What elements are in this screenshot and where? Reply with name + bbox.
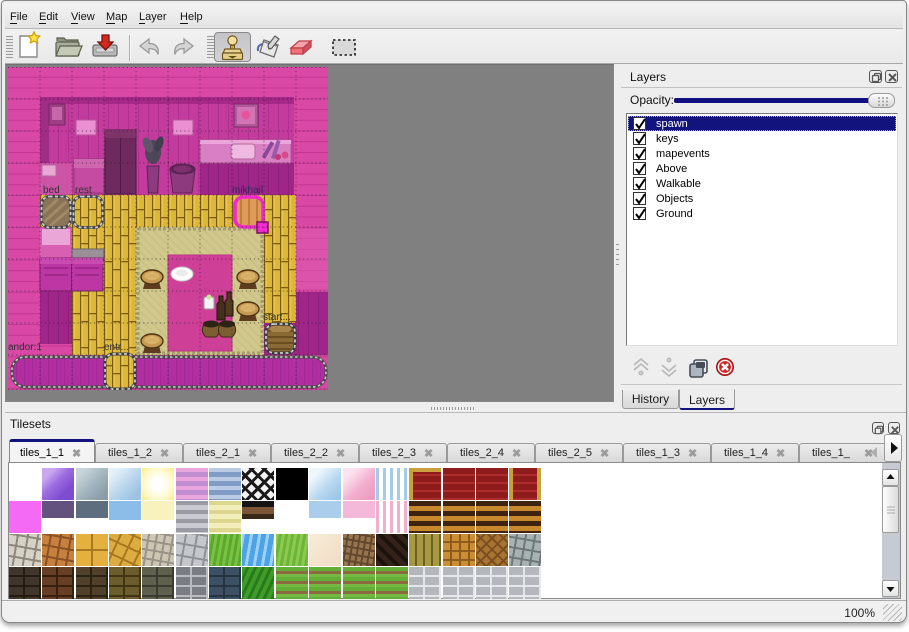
svg-text:bed: bed [43,185,60,196]
svg-text:start...: start... [263,312,291,323]
svg-text:entr...: entr... [104,342,129,353]
svg-text:andor:1: andor:1 [8,342,42,353]
svg-text:rest: rest [75,185,92,196]
svg-text:mikhail: mikhail [232,185,263,196]
